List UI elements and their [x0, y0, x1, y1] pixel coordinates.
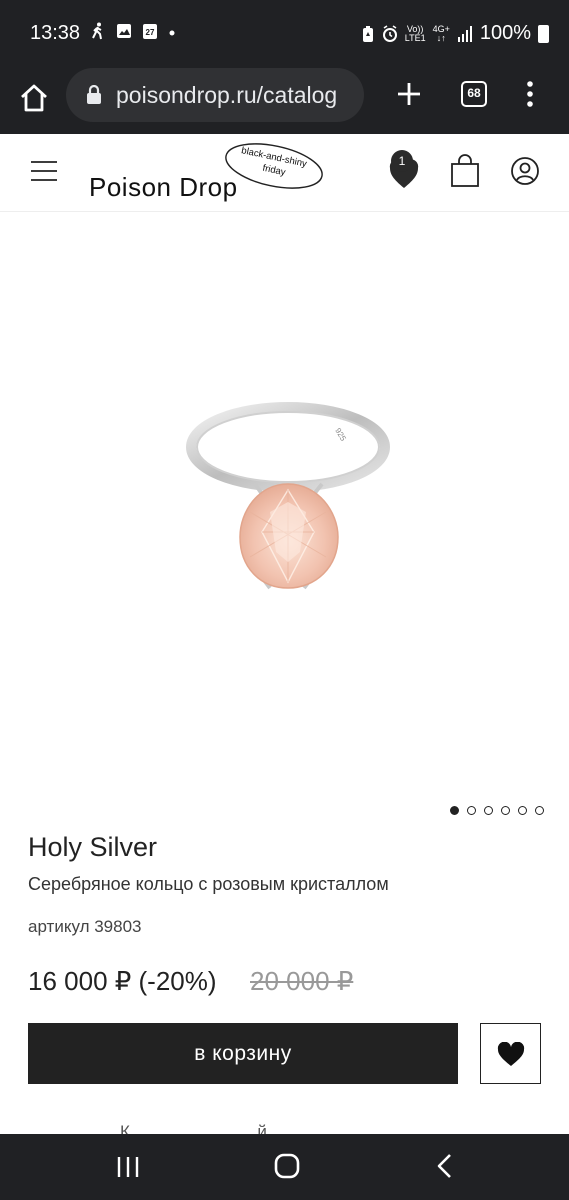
- ring-engraving: 925: [333, 427, 348, 444]
- product-old-price: 20 000 ₽: [250, 966, 354, 996]
- gallery-dot[interactable]: [467, 806, 476, 815]
- gallery-dot[interactable]: [518, 806, 527, 815]
- calendar-day: 27: [145, 28, 155, 37]
- browser-home-icon[interactable]: [18, 82, 50, 114]
- battery-percent: 100%: [479, 22, 531, 44]
- gallery-dot[interactable]: [484, 806, 493, 815]
- site-logo[interactable]: Poison Drop: [89, 172, 238, 203]
- product-gallery[interactable]: 925: [0, 212, 569, 802]
- data-arrows-icon: ↓↑: [436, 32, 446, 43]
- ring-image: 925: [186, 402, 390, 590]
- address-bar[interactable]: poisondrop.ru/catalog: [66, 68, 364, 122]
- alarm-icon: [382, 24, 397, 42]
- add-to-wishlist-button[interactable]: [480, 1023, 541, 1084]
- burger-menu-icon[interactable]: [30, 159, 58, 183]
- walking-icon: [92, 22, 102, 40]
- favorites-count-badge: 1: [391, 150, 413, 172]
- back-icon[interactable]: [436, 1153, 454, 1179]
- browser-menu-icon[interactable]: [522, 80, 538, 108]
- product-description: Серебряное кольцо с розовым кристаллом: [28, 874, 389, 894]
- status-time: 13:38: [30, 22, 81, 44]
- notification-icons: 27: [90, 22, 176, 40]
- volte-indicator: Vo)) LTE1: [404, 24, 426, 43]
- site-header: Poison Drop black-and-shiny friday 1: [0, 134, 569, 212]
- battery-saver-icon: [362, 25, 373, 42]
- home-icon[interactable]: [274, 1153, 300, 1179]
- product-sku: артикул 39803: [28, 917, 142, 936]
- more-notifications-dot-icon: [169, 30, 175, 36]
- gallery-icon: [117, 24, 131, 38]
- shopping-bag-icon[interactable]: [450, 154, 480, 188]
- product-price: 16 000 ₽ (-20%): [28, 966, 217, 996]
- system-navigation-bar: [0, 1134, 569, 1200]
- favorites-button[interactable]: 1: [389, 150, 421, 190]
- battery-icon: [538, 24, 549, 43]
- heart-icon: [497, 1042, 525, 1066]
- calendar-icon: 27: [142, 22, 158, 40]
- new-tab-icon[interactable]: [395, 80, 423, 108]
- gallery-dot[interactable]: [501, 806, 510, 815]
- browser-toolbar: poisondrop.ru/catalog 68: [0, 66, 569, 134]
- profile-icon[interactable]: [510, 156, 540, 186]
- tab-switcher-button[interactable]: 68: [461, 81, 487, 107]
- gallery-dot[interactable]: [535, 806, 544, 815]
- lock-icon: [87, 85, 101, 104]
- system-status: Vo)) LTE1 4G+ ↓↑ 100%: [361, 22, 549, 45]
- lte-label: LTE1: [404, 32, 426, 43]
- network-indicator: 4G+ ↓↑: [433, 24, 450, 43]
- status-bar: 13:38 27 Vo)) LTE1 4G+ ↓↑ 100%: [0, 0, 569, 66]
- product-title: Holy Silver: [28, 832, 158, 862]
- promo-badge[interactable]: black-and-shiny friday: [222, 140, 326, 192]
- gallery-pagination: [450, 806, 544, 815]
- url-text: poisondrop.ru/catalog: [116, 82, 338, 108]
- add-to-cart-button[interactable]: в корзину: [28, 1023, 458, 1084]
- signal-icon: [457, 25, 472, 42]
- recent-apps-icon[interactable]: [116, 1156, 140, 1178]
- gallery-dot[interactable]: [450, 806, 459, 815]
